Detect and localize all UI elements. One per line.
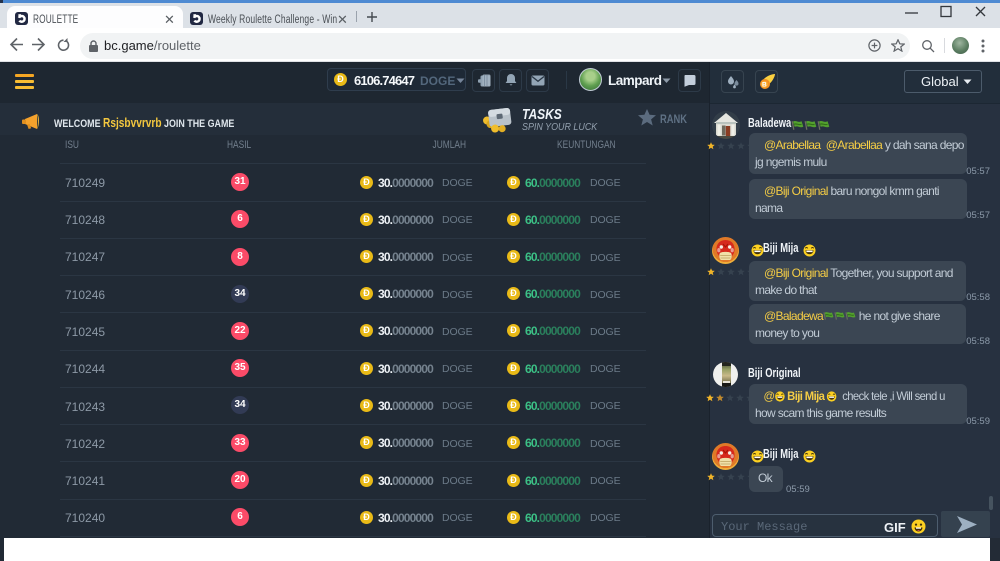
svg-text:B: B	[762, 82, 767, 89]
